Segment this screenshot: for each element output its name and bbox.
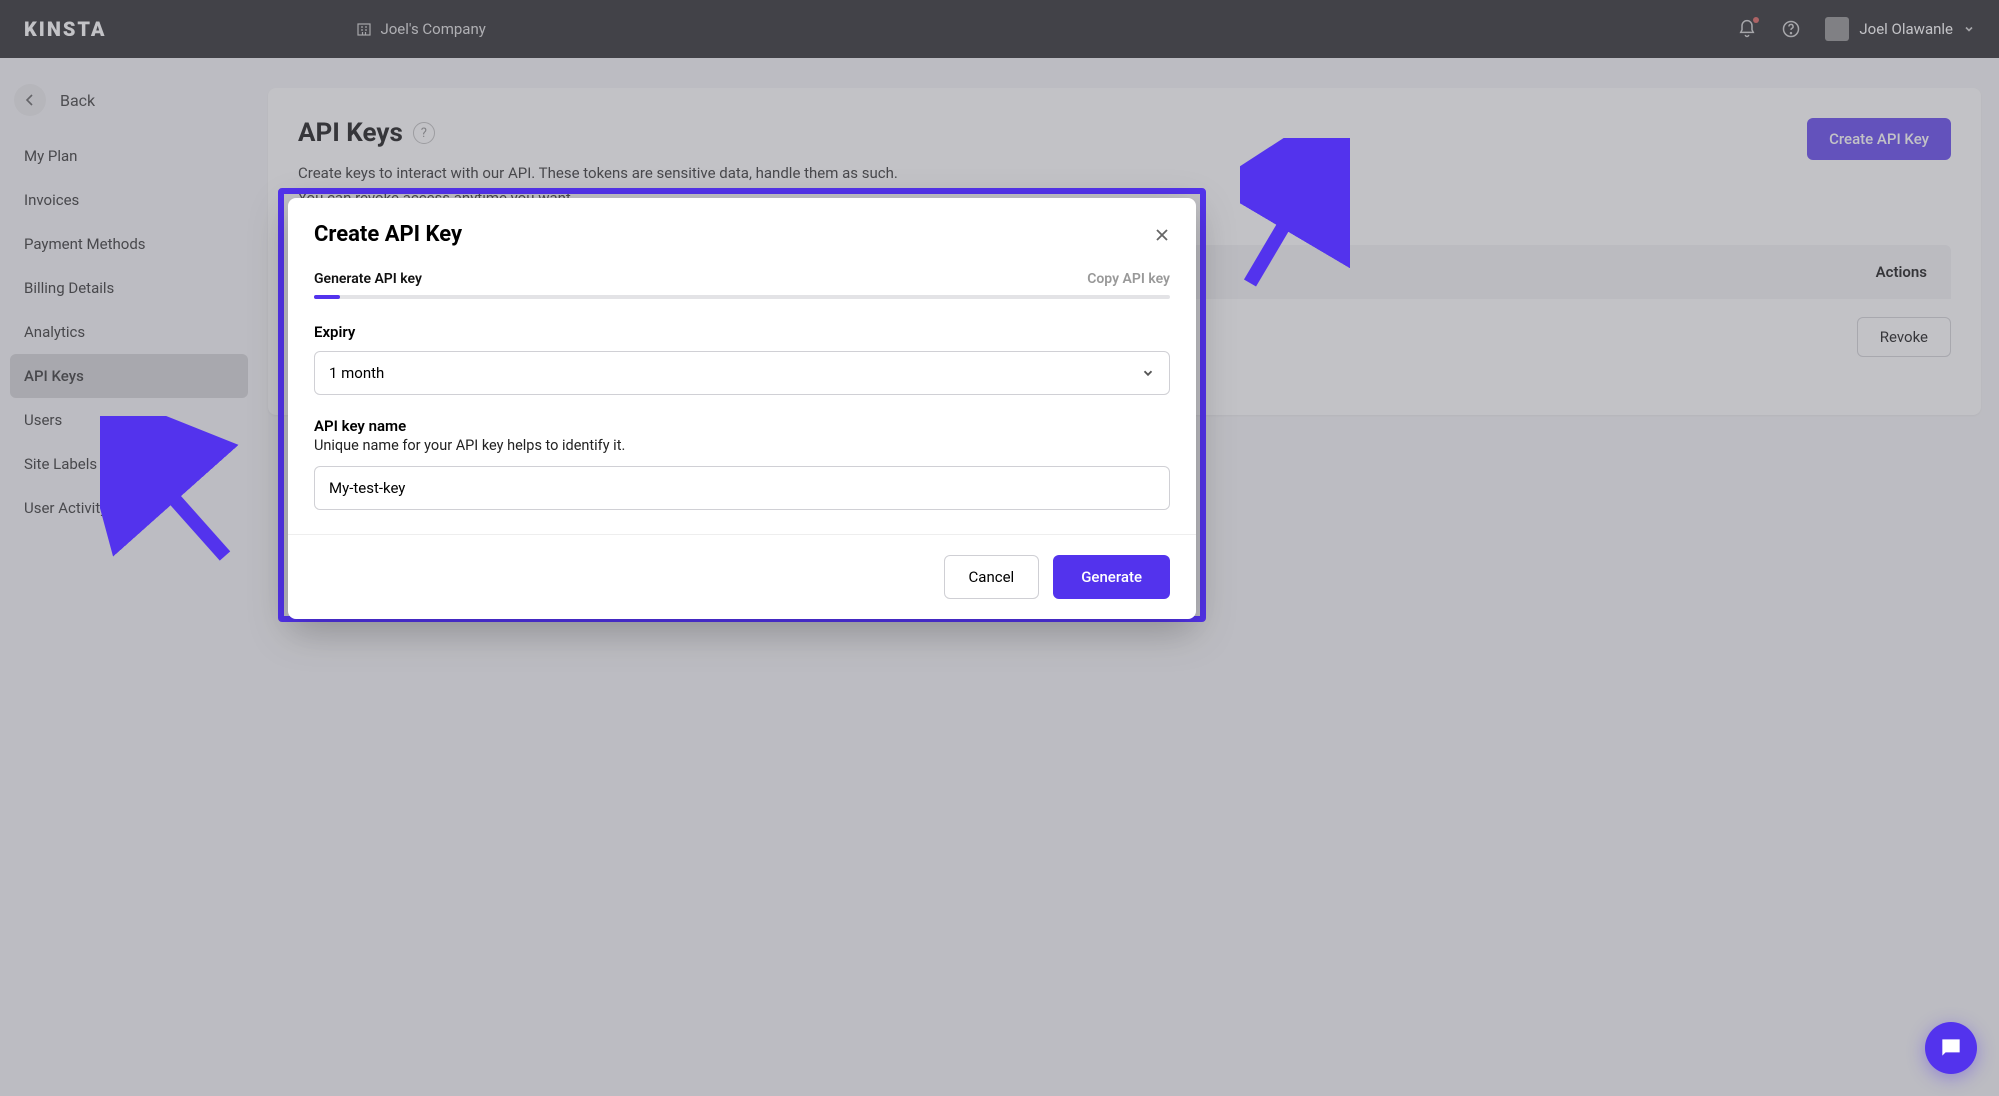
close-button[interactable] xyxy=(1154,227,1170,243)
create-api-key-modal: Create API Key Generate API key Copy API… xyxy=(288,198,1196,619)
cancel-button[interactable]: Cancel xyxy=(944,555,1040,599)
step-progress-fill xyxy=(314,295,340,299)
step-progress-track xyxy=(314,295,1170,299)
api-key-name-label: API key name xyxy=(314,417,1170,435)
api-key-name-hint: Unique name for your API key helps to id… xyxy=(314,437,1170,454)
chat-widget-button[interactable] xyxy=(1925,1022,1977,1074)
modal-title: Create API Key xyxy=(314,222,462,247)
api-key-name-input[interactable] xyxy=(314,466,1170,510)
step-copy: Copy API key xyxy=(1087,271,1170,287)
generate-button[interactable]: Generate xyxy=(1053,555,1170,599)
chevron-down-icon xyxy=(1141,366,1155,380)
annotation-arrow-icon xyxy=(1240,138,1350,288)
expiry-value: 1 month xyxy=(329,364,384,382)
modal-overlay: Create API Key Generate API key Copy API… xyxy=(0,0,1999,1096)
expiry-label: Expiry xyxy=(314,323,1170,341)
expiry-select[interactable]: 1 month xyxy=(314,351,1170,395)
annotation-arrow-icon xyxy=(100,416,240,566)
step-generate: Generate API key xyxy=(314,271,422,287)
